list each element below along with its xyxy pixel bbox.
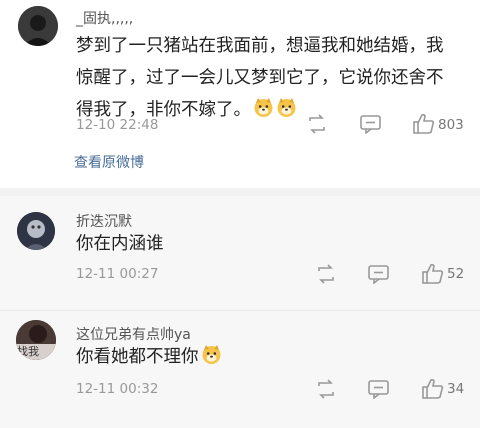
avatar-text: 找我 <box>17 345 39 358</box>
reply-list: 折迭沉默 你在内涵谁 12-11 00:27 52 找我 这位兄弟有点帅ya 你… <box>0 196 480 428</box>
avatar[interactable]: 找我 <box>16 320 56 360</box>
doge-emoji-icon <box>276 97 297 118</box>
avatar-silhouette-icon <box>18 6 58 46</box>
thumbs-up-icon[interactable] <box>422 263 444 288</box>
username[interactable]: _固执,,,,, <box>76 8 133 28</box>
doge-emoji-icon <box>253 97 274 118</box>
repost-icon[interactable] <box>315 379 337 403</box>
section-divider <box>0 188 480 196</box>
reply-timestamp: 12-11 00:27 <box>76 266 159 282</box>
view-original-weibo-link[interactable]: 查看原微博 <box>74 152 144 172</box>
thumbs-up-icon[interactable] <box>422 378 444 403</box>
reply-text: 你在内涵谁 <box>76 234 164 254</box>
comment-text: 梦到了一只猪站在我面前，想逼我和她结婚，我惊醒了，过了一会儿又梦到它了，它说你还… <box>76 30 460 126</box>
reply-timestamp: 12-11 00:32 <box>76 381 159 397</box>
doge-emoji-icon <box>201 344 222 365</box>
comment-icon[interactable] <box>368 380 390 403</box>
divider <box>0 310 480 311</box>
comment-icon[interactable] <box>368 265 390 288</box>
main-comment: _固执,,,,, 梦到了一只猪站在我面前，想逼我和她结婚，我惊醒了，过了一会儿又… <box>0 0 480 188</box>
reply-text-body: 你看她都不理你 <box>76 347 199 367</box>
repost-icon[interactable] <box>306 114 328 138</box>
comment-timestamp: 12-10 22:48 <box>76 117 159 133</box>
avatar[interactable] <box>18 6 58 46</box>
reply-text: 你看她都不理你 <box>76 341 222 373</box>
like-count: 803 <box>438 117 464 133</box>
thumbs-up-icon[interactable] <box>413 113 435 138</box>
comment-icon[interactable] <box>360 115 382 138</box>
avatar-image-icon <box>17 212 55 250</box>
repost-icon[interactable] <box>315 264 337 288</box>
avatar[interactable] <box>17 212 55 250</box>
like-count: 34 <box>447 381 465 397</box>
like-count: 52 <box>447 266 465 282</box>
